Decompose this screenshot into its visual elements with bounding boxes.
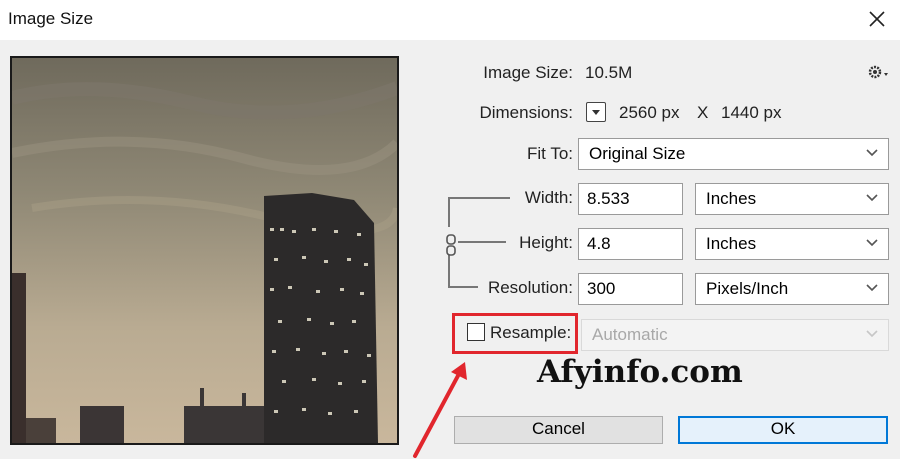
fit-to-label: Fit To: — [527, 144, 573, 163]
ok-button[interactable]: OK — [678, 416, 888, 444]
chevron-down-icon — [866, 149, 878, 157]
width-label: Width: — [524, 188, 573, 207]
chain-link-icon[interactable] — [444, 234, 458, 256]
skyline-image — [12, 58, 397, 443]
chevron-down-icon — [866, 194, 878, 202]
window-title: Image Size — [8, 9, 94, 28]
chevron-down-icon — [866, 284, 878, 292]
fit-to-value: Original Size — [589, 144, 686, 163]
resample-label[interactable]: Resample: — [490, 323, 571, 343]
triangle-down-icon — [592, 110, 600, 115]
width-unit-select[interactable]: Inches — [695, 183, 889, 215]
width-input[interactable] — [578, 183, 683, 215]
title-bar: Image Size — [0, 0, 900, 40]
dimensions-menu-button[interactable] — [586, 102, 606, 122]
resample-method-value: Automatic — [592, 325, 668, 344]
fit-to-select[interactable]: Original Size — [578, 138, 889, 170]
resample-checkbox[interactable] — [467, 323, 485, 341]
dimensions-label: Dimensions: — [479, 103, 573, 122]
resolution-input[interactable] — [578, 273, 683, 305]
height-input[interactable] — [578, 228, 683, 260]
image-size-value: 10.5M — [585, 63, 633, 82]
gear-menu-icon[interactable] — [866, 62, 890, 82]
chevron-down-icon — [866, 330, 878, 338]
cancel-button[interactable]: Cancel — [454, 416, 663, 444]
height-label: Height: — [519, 233, 573, 252]
resample-method-select: Automatic — [581, 319, 889, 351]
height-unit-value: Inches — [706, 234, 757, 253]
width-unit-value: Inches — [706, 189, 757, 208]
height-unit-select[interactable]: Inches — [695, 228, 889, 260]
watermark-text: Afyinfo.com — [537, 354, 743, 390]
dimensions-x: X — [697, 103, 709, 122]
dimensions-height-px: 1440 px — [721, 103, 782, 122]
dimensions-width-px: 2560 px — [619, 103, 680, 122]
image-preview[interactable] — [10, 56, 399, 445]
resolution-unit-select[interactable]: Pixels/Inch — [695, 273, 889, 305]
close-icon[interactable] — [864, 6, 890, 32]
resolution-unit-value: Pixels/Inch — [706, 279, 789, 298]
red-arrow-annotation — [413, 362, 467, 458]
resolution-label: Resolution: — [487, 278, 573, 297]
chevron-down-icon — [866, 239, 878, 247]
image-size-label: Image Size: — [483, 63, 573, 82]
